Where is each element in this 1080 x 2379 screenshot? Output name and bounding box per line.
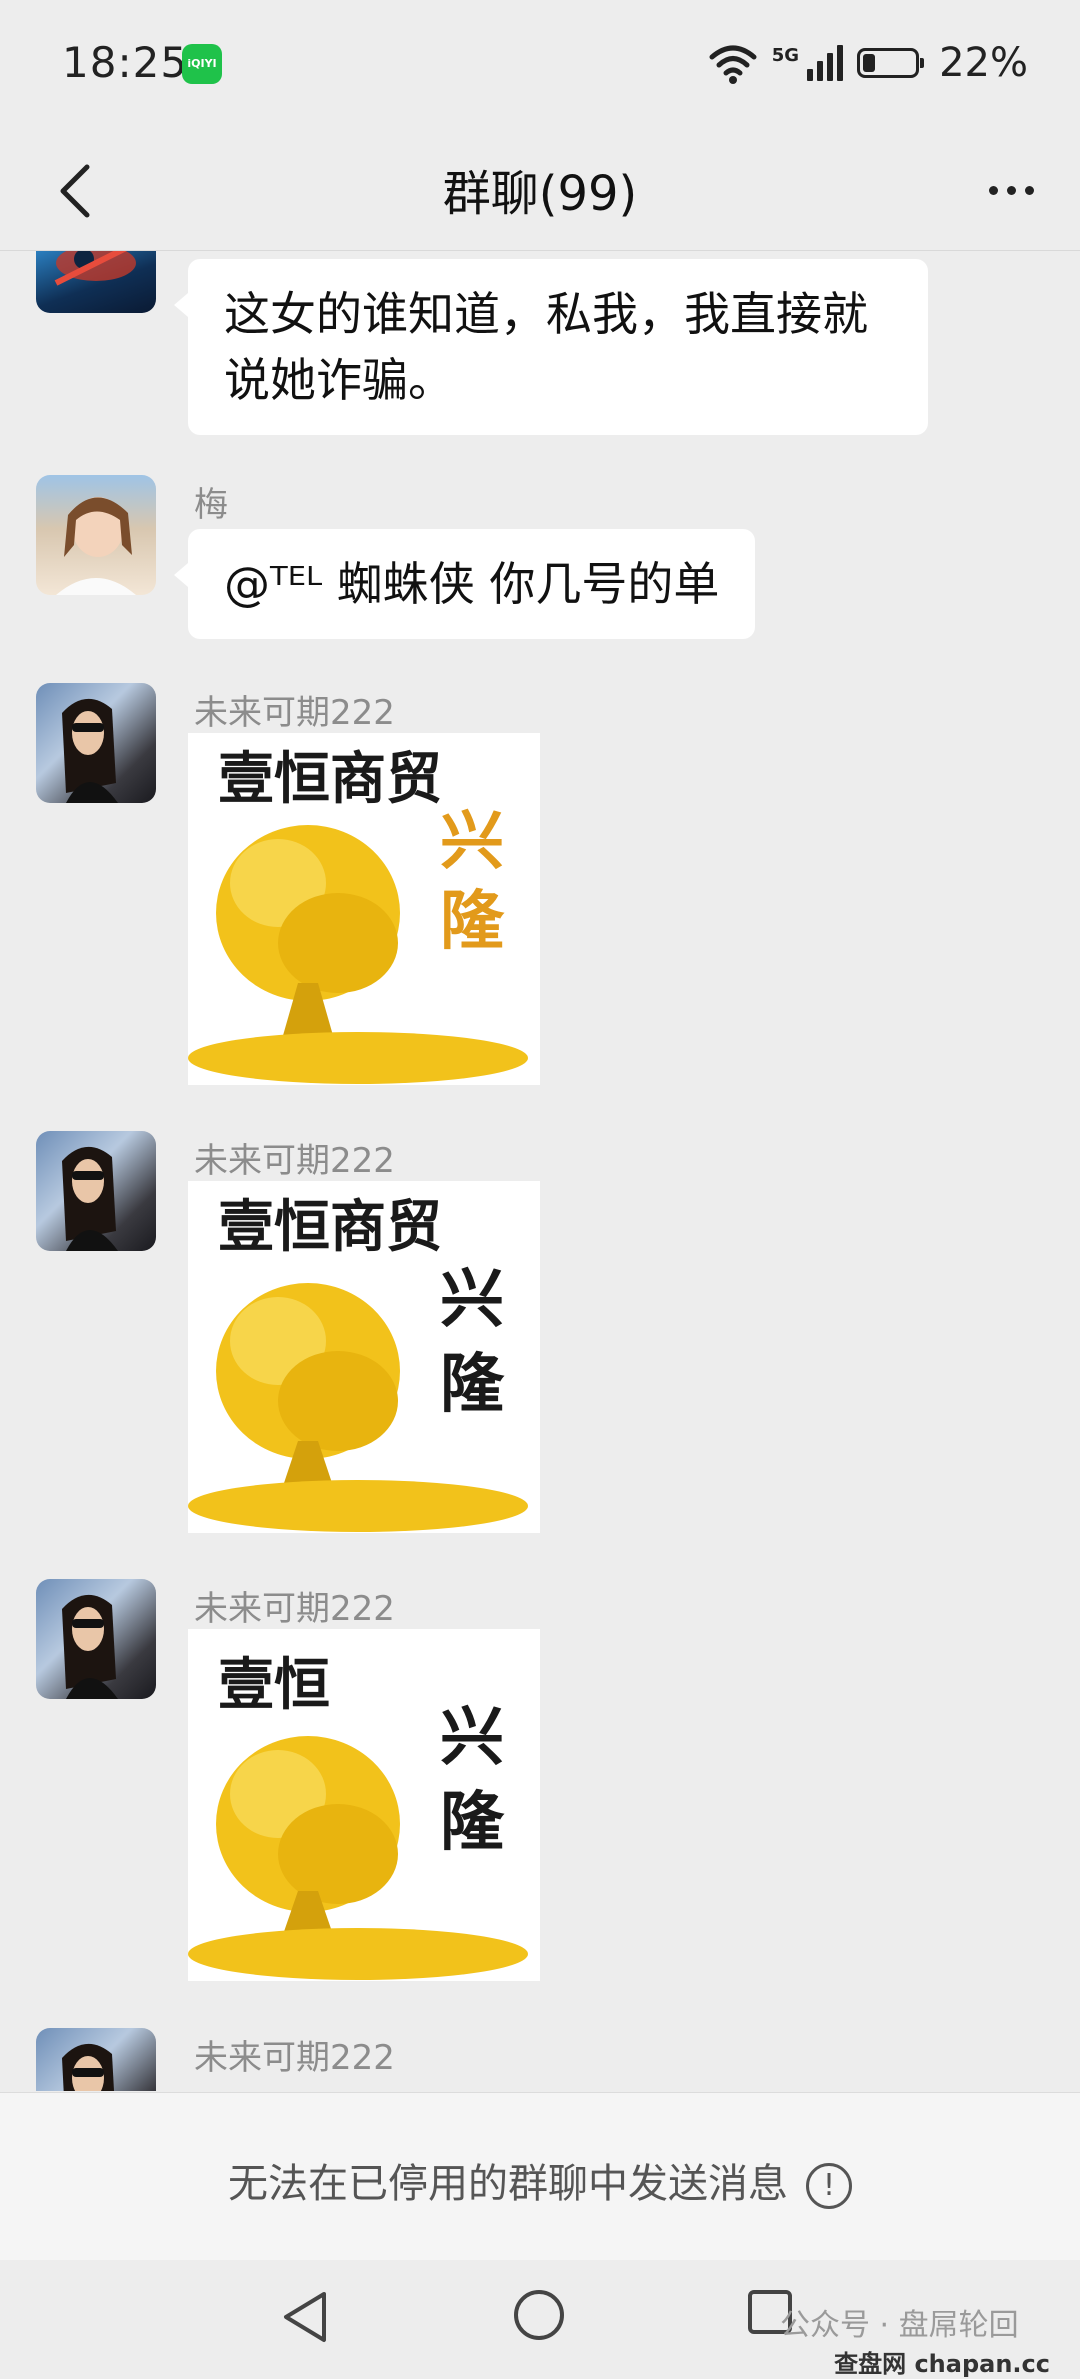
woman-sunglasses-avatar-image xyxy=(62,1594,118,1699)
avatar[interactable] xyxy=(36,251,156,313)
nav-back-icon[interactable] xyxy=(280,2290,330,2344)
network-type: 5G xyxy=(771,44,800,66)
sticker-side-text-1: 兴 xyxy=(440,1701,504,1775)
sticker-side-text-1: 兴 xyxy=(440,1263,504,1337)
chat-header: 群聊(99) xyxy=(0,130,1080,251)
sender-name: 未来可期222 xyxy=(194,1589,395,1629)
signal-icon xyxy=(807,45,844,81)
money-tree-sticker: 壹恒商贸 兴 隆 xyxy=(188,733,540,1085)
avatar[interactable] xyxy=(36,475,156,595)
message-bubble[interactable]: 这女的谁知道，私我，我直接就说她诈骗。 xyxy=(174,259,928,435)
sender-name: 梅 xyxy=(194,485,228,525)
disabled-notice: 无法在已停用的群聊中发送消息! xyxy=(0,2151,1080,2209)
avatar[interactable] xyxy=(36,1131,156,1251)
woman-avatar-image xyxy=(56,497,136,595)
system-navigation-bar: 公众号 · 盘屌轮回 查盘网 chapan.cc xyxy=(0,2260,1080,2378)
status-bar: 18:25 iQIYI 5G 22% xyxy=(0,0,1080,130)
more-dot-icon xyxy=(1024,185,1034,195)
sticker-image[interactable]: 壹恒 兴 隆 xyxy=(188,1629,540,1981)
more-options-button[interactable] xyxy=(976,160,1046,220)
sticker-main-text: 壹恒商贸 xyxy=(218,747,442,812)
avatar[interactable] xyxy=(36,683,156,803)
message-bubble[interactable]: @ᵀᴱᴸ 蜘蛛侠 你几号的单 xyxy=(173,529,756,639)
sticker-side-text-2: 隆 xyxy=(440,1786,505,1860)
spider-avatar-image xyxy=(54,251,136,286)
page-title: 群聊(99) xyxy=(442,166,638,222)
sticker-side-text-2: 隆 xyxy=(440,1348,505,1422)
watermark-wechat-account: 公众号 · 盘屌轮回 xyxy=(780,2308,1019,2343)
sticker-main-text: 壹恒商贸 xyxy=(218,1195,442,1260)
battery-level: 22% xyxy=(939,40,1028,86)
more-dot-icon xyxy=(988,185,998,195)
woman-sunglasses-avatar-image xyxy=(62,2044,114,2091)
sender-name: 未来可期222 xyxy=(194,693,395,733)
sender-name: 未来可期222 xyxy=(194,1141,395,1181)
sender-name: 未来可期222 xyxy=(194,2038,395,2078)
avatar[interactable] xyxy=(36,2028,156,2091)
input-disabled-bar: 无法在已停用的群聊中发送消息! xyxy=(0,2092,1080,2261)
sticker-main-text: 壹恒 xyxy=(218,1653,330,1718)
wifi-icon xyxy=(709,45,757,84)
more-dot-icon xyxy=(1006,185,1016,195)
battery-icon xyxy=(857,48,925,78)
sticker-side-text-1: 兴 xyxy=(440,805,504,879)
money-tree-sticker: 壹恒商贸 兴 隆 xyxy=(188,1181,540,1533)
status-time: 18:25 xyxy=(62,38,189,87)
message-list[interactable]: 这女的谁知道，私我，我直接就说她诈骗。 梅 @ᵀᴱᴸ 蜘蛛侠 你几号的单 未来可… xyxy=(0,251,1080,2091)
iqiyi-app-icon: iQIYI xyxy=(182,44,222,84)
money-tree-sticker: 壹恒 兴 隆 xyxy=(188,1629,540,1981)
watermark-site: 查盘网 chapan.cc xyxy=(834,2350,1050,2378)
sticker-side-text-2: 隆 xyxy=(440,885,505,959)
system-icons: 5G 22% xyxy=(708,38,1028,88)
info-icon[interactable]: ! xyxy=(806,2163,852,2209)
sticker-image[interactable]: 壹恒商贸 兴 隆 xyxy=(188,733,540,1085)
woman-sunglasses-avatar-image xyxy=(62,698,118,803)
sticker-image[interactable]: 壹恒商贸 兴 隆 xyxy=(188,1181,540,1533)
disabled-notice-text: 无法在已停用的群聊中发送消息 xyxy=(228,2161,788,2207)
avatar[interactable] xyxy=(36,1579,156,1699)
woman-sunglasses-avatar-image xyxy=(62,1146,118,1251)
nav-home-icon[interactable] xyxy=(514,2290,564,2340)
